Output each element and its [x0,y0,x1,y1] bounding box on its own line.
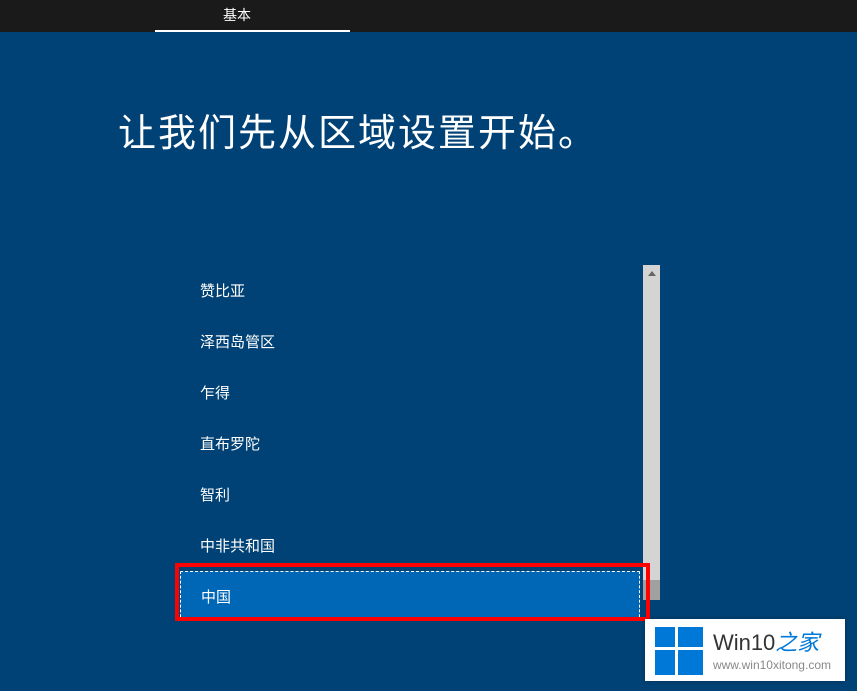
main-content: 让我们先从区域设置开始。 赞比亚 泽西岛管区 乍得 直布罗陀 智利 中非共和国 … [0,32,857,621]
region-item-label: 乍得 [200,382,230,403]
region-item-chad[interactable]: 乍得 [180,367,640,418]
watermark-text: Win10之家 www.win10xitong.com [713,630,831,673]
region-item-jersey[interactable]: 泽西岛管区 [180,316,640,367]
region-item-label: 赞比亚 [200,280,245,301]
tab-label: 基本 [223,5,251,25]
region-item-car[interactable]: 中非共和国 [180,520,640,571]
region-item-china[interactable]: 中国 [180,571,640,621]
scrollbar-thumb[interactable] [643,580,660,600]
watermark-title-main: Win10 [713,630,775,655]
scrollbar-up-arrow-icon[interactable] [643,265,660,282]
tab-basic[interactable]: 基本 [155,0,350,32]
watermark: Win10之家 www.win10xitong.com [645,619,845,681]
region-item-label: 泽西岛管区 [200,331,275,352]
region-item-label: 直布罗陀 [200,433,260,454]
region-item-label: 中非共和国 [200,535,275,556]
page-title: 让我们先从区域设置开始。 [118,102,857,157]
watermark-url: www.win10xitong.com [713,658,831,672]
top-bar: 基本 [0,0,857,32]
region-item-zambia[interactable]: 赞比亚 [180,265,640,316]
region-item-gibraltar[interactable]: 直布罗陀 [180,418,640,469]
region-item-chile[interactable]: 智利 [180,469,640,520]
watermark-title-accent: 之家 [775,630,819,655]
region-list[interactable]: 赞比亚 泽西岛管区 乍得 直布罗陀 智利 中非共和国 中国 [180,265,640,621]
scrollbar-track[interactable] [643,265,660,600]
watermark-title: Win10之家 [713,630,831,656]
region-item-label: 智利 [200,484,230,505]
region-item-label: 中国 [201,586,231,607]
region-list-wrapper: 赞比亚 泽西岛管区 乍得 直布罗陀 智利 中非共和国 中国 [180,265,660,621]
windows-logo-icon [655,627,703,675]
